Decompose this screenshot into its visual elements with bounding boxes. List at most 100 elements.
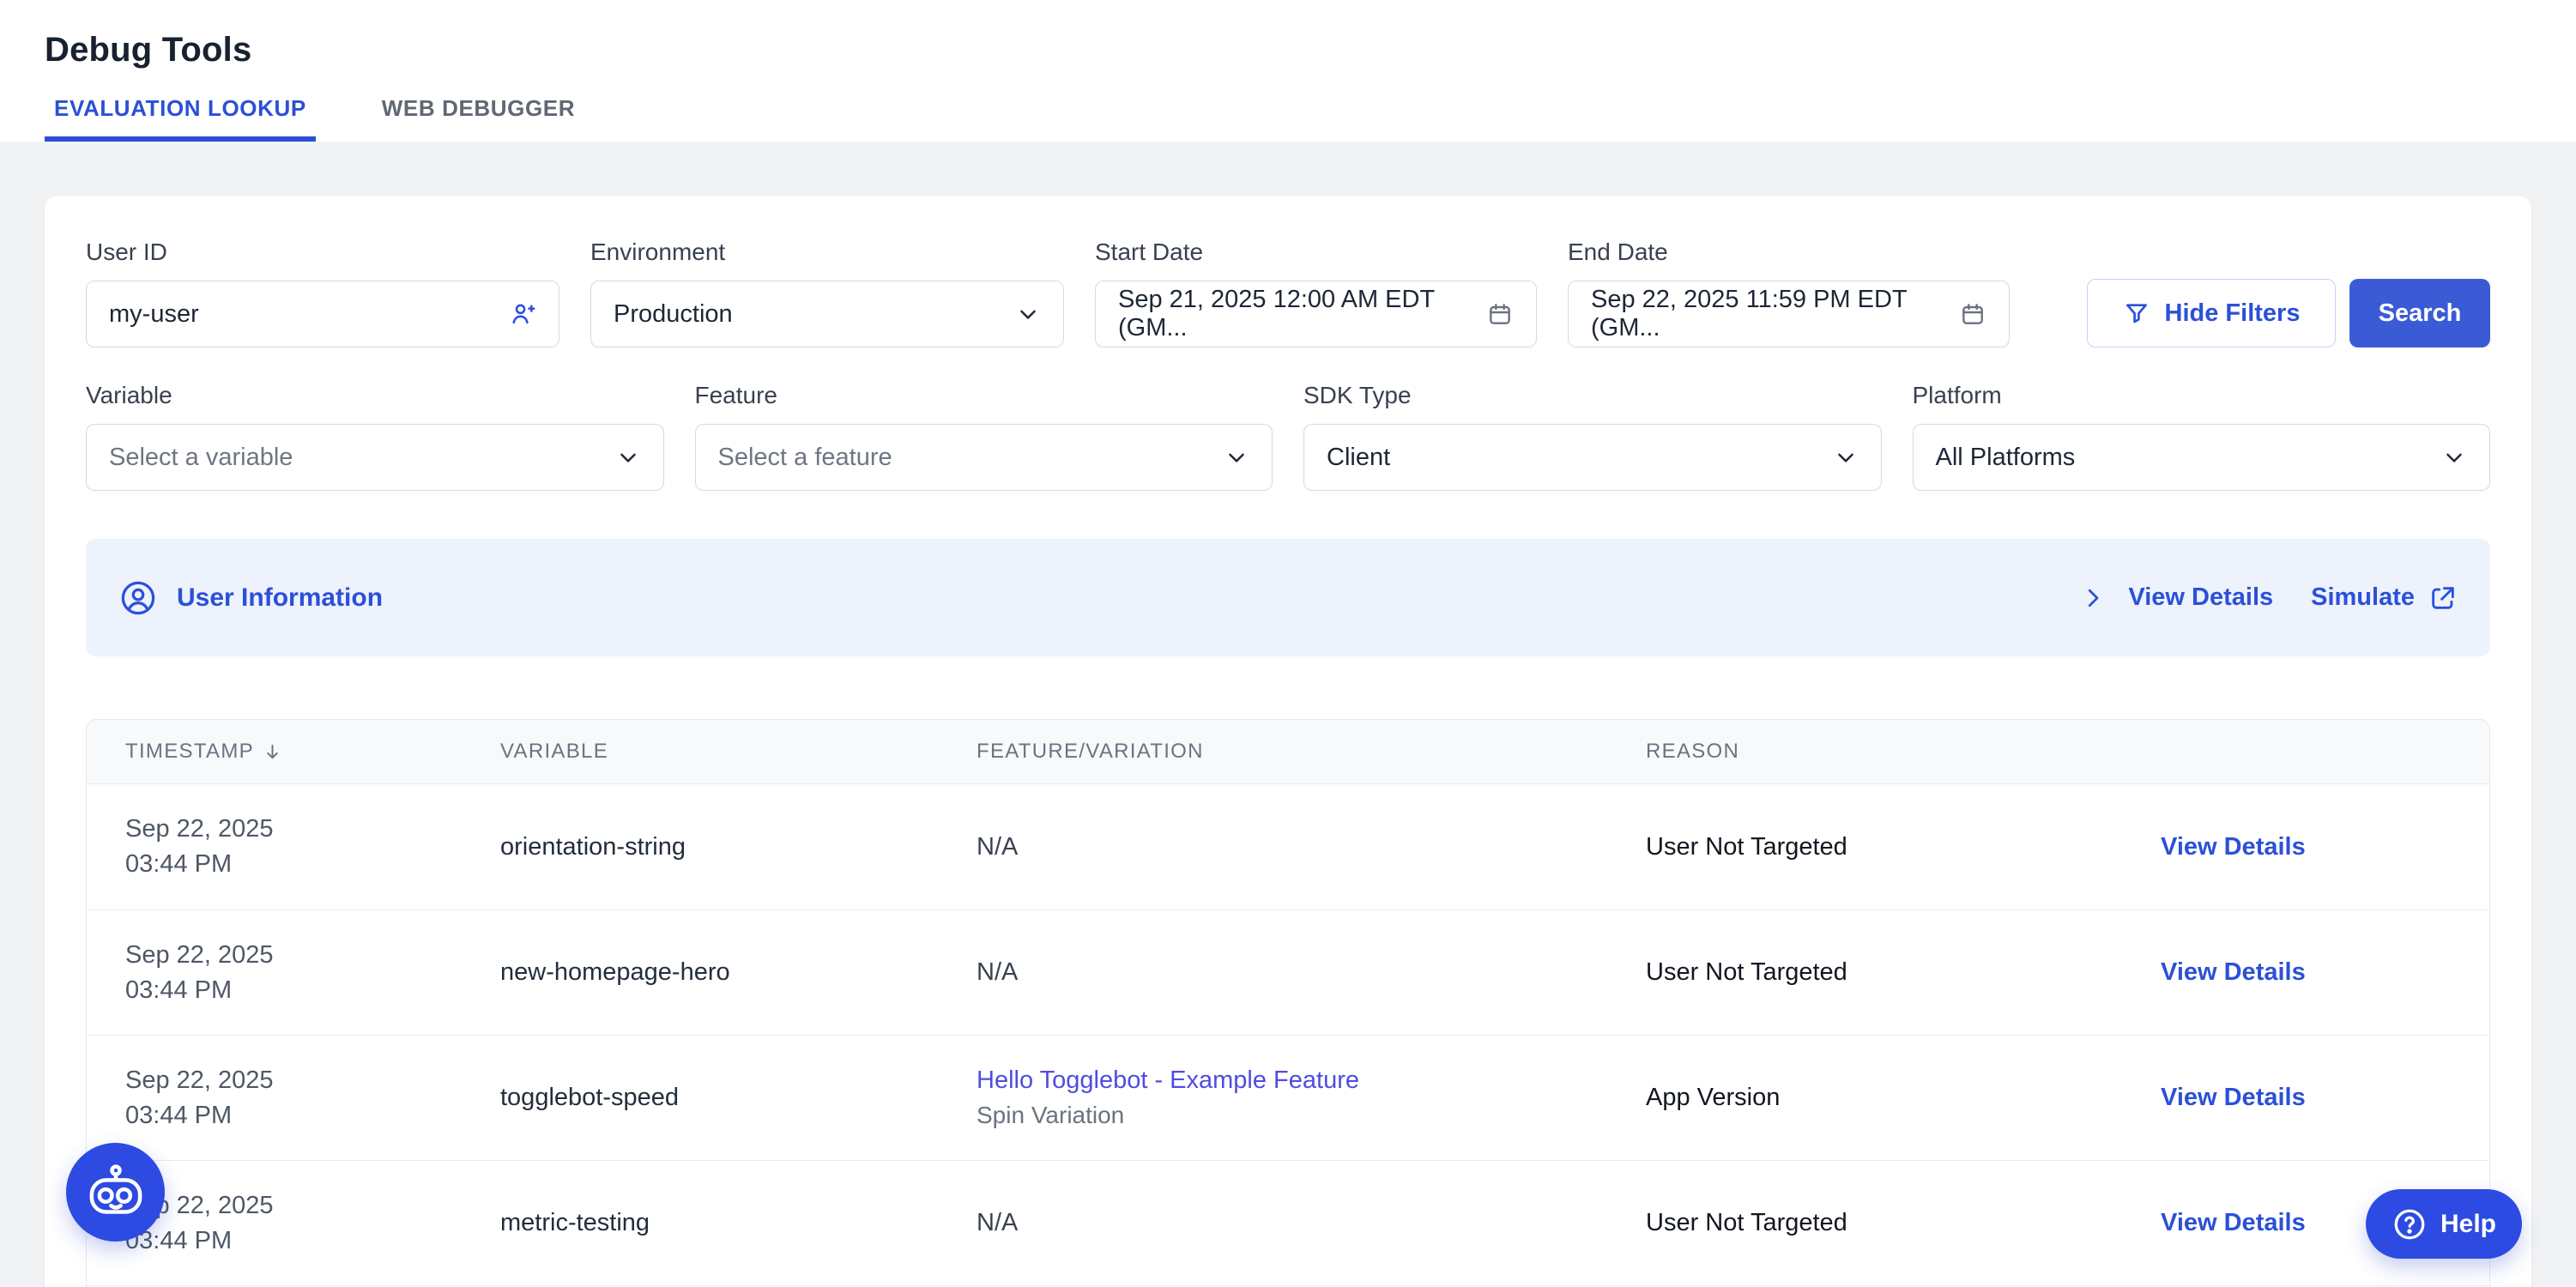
start-date-input[interactable]: Sep 21, 2025 12:00 AM EDT (GM... <box>1095 281 1537 347</box>
sdk-type-value: Client <box>1327 444 1833 472</box>
timestamp-time: 03:44 PM <box>125 973 500 1008</box>
filter-row-1: User ID Environment Production Start Da <box>86 239 2490 347</box>
end-date-value: Sep 22, 2025 11:59 PM EDT (GM... <box>1591 286 1959 342</box>
feature-link[interactable]: Hello Togglebot - Example Feature <box>977 1066 1646 1095</box>
start-date-value: Sep 21, 2025 12:00 AM EDT (GM... <box>1118 286 1486 342</box>
sdk-type-select[interactable]: Client <box>1303 424 1882 491</box>
chevron-down-icon <box>2441 444 2467 470</box>
calendar-icon[interactable] <box>1959 300 1986 328</box>
funnel-icon <box>2123 299 2150 327</box>
row-view-details-link[interactable]: View Details <box>2161 1084 2489 1112</box>
evaluation-table: TIMESTAMP VARIABLE FEATURE/VARIATION REA… <box>86 719 2490 1287</box>
column-header-feature-variation: FEATURE/VARIATION <box>977 740 1646 764</box>
feature-select[interactable]: Select a feature <box>695 424 1273 491</box>
timestamp-date: Sep 22, 2025 <box>125 1188 500 1224</box>
feature-value: N/A <box>977 958 1646 987</box>
user-information-actions: View Details Simulate <box>2080 583 2458 613</box>
tab-web-debugger[interactable]: WEB DEBUGGER <box>372 95 584 142</box>
feature-value: N/A <box>977 1209 1646 1237</box>
user-plus-icon[interactable] <box>507 299 536 329</box>
feature-cell: N/A <box>977 833 1646 861</box>
reason-cell: User Not Targeted <box>1646 1209 2161 1237</box>
chevron-down-icon <box>1224 444 1249 470</box>
simulate-link[interactable]: Simulate <box>2311 583 2415 612</box>
user-id-input-wrap <box>86 281 559 347</box>
search-button[interactable]: Search <box>2349 279 2490 347</box>
hide-filters-button[interactable]: Hide Filters <box>2087 279 2336 347</box>
feature-value: N/A <box>977 833 1646 861</box>
reason-cell: User Not Targeted <box>1646 833 2161 861</box>
filter-row-2: Variable Select a variable Feature Selec… <box>86 382 2490 491</box>
end-date-input[interactable]: Sep 22, 2025 11:59 PM EDT (GM... <box>1568 281 2010 347</box>
row-view-details-link[interactable]: View Details <box>2161 958 2489 987</box>
feature-cell: N/A <box>977 958 1646 987</box>
timestamp-cell: Sep 22, 2025 03:44 PM <box>87 1063 500 1133</box>
sdk-type-field: SDK Type Client <box>1303 382 1882 491</box>
variable-cell: togglebot-speed <box>500 1084 977 1112</box>
timestamp-date: Sep 22, 2025 <box>125 812 500 847</box>
chevron-down-icon <box>1833 444 1859 470</box>
timestamp-time: 03:44 PM <box>125 847 500 882</box>
table-row: Sep 22, 2025 03:44 PM new-homepage-hero … <box>87 909 2489 1035</box>
hide-filters-label: Hide Filters <box>2165 299 2301 328</box>
app-header: Debug Tools EVALUATION LOOKUP WEB DEBUGG… <box>0 0 2576 142</box>
chevron-down-icon <box>1015 301 1041 327</box>
environment-field: Environment Production <box>590 239 1064 347</box>
feature-placeholder: Select a feature <box>718 444 1225 472</box>
timestamp-time: 03:44 PM <box>125 1098 500 1133</box>
user-id-label: User ID <box>86 239 559 266</box>
platform-select[interactable]: All Platforms <box>1913 424 2491 491</box>
help-button[interactable]: Help <box>2366 1189 2522 1259</box>
variable-label: Variable <box>86 382 664 409</box>
timestamp-time: 03:44 PM <box>125 1224 500 1259</box>
filter-actions: Hide Filters Search <box>2041 239 2490 347</box>
feature-label: Feature <box>695 382 1273 409</box>
debug-tools-panel: User ID Environment Production Start Da <box>45 196 2531 1287</box>
help-label: Help <box>2440 1210 2496 1239</box>
variable-select[interactable]: Select a variable <box>86 424 664 491</box>
external-link-icon[interactable] <box>2428 583 2458 613</box>
table-row: Sep 22, 2025 03:44 PM togglebot-speed He… <box>87 1035 2489 1160</box>
banner-view-details-link[interactable]: View Details <box>2128 583 2273 612</box>
environment-select[interactable]: Production <box>590 281 1064 347</box>
variable-field: Variable Select a variable <box>86 382 664 491</box>
table-row: Sep 22, 2025 03:44 PM orientation-string… <box>87 784 2489 909</box>
chevron-down-icon <box>615 444 641 470</box>
platform-field: Platform All Platforms <box>1913 382 2491 491</box>
end-date-field: End Date Sep 22, 2025 11:59 PM EDT (GM..… <box>1568 239 2010 347</box>
platform-value: All Platforms <box>1936 444 2442 472</box>
row-view-details-link[interactable]: View Details <box>2161 833 2489 861</box>
togglebot-chat-button[interactable] <box>66 1143 165 1242</box>
timestamp-cell: Sep 22, 2025 03:44 PM <box>87 812 500 882</box>
sdk-type-label: SDK Type <box>1303 382 1882 409</box>
user-information-banner: User Information View Details Simulate <box>86 539 2490 656</box>
tab-evaluation-lookup[interactable]: EVALUATION LOOKUP <box>45 95 316 142</box>
user-circle-icon <box>118 578 158 618</box>
calendar-icon[interactable] <box>1486 300 1514 328</box>
column-header-reason: REASON <box>1646 740 2161 764</box>
table-header-row: TIMESTAMP VARIABLE FEATURE/VARIATION REA… <box>87 720 2489 784</box>
reason-cell: User Not Targeted <box>1646 958 2161 987</box>
timestamp-cell: Sep 22, 2025 03:44 PM <box>87 938 500 1008</box>
page-title: Debug Tools <box>45 31 2576 69</box>
environment-label: Environment <box>590 239 1064 266</box>
user-id-field: User ID <box>86 239 559 347</box>
feature-cell: N/A <box>977 1209 1646 1237</box>
feature-cell: Hello Togglebot - Example Feature Spin V… <box>977 1066 1646 1129</box>
end-date-label: End Date <box>1568 239 2010 266</box>
column-header-timestamp[interactable]: TIMESTAMP <box>87 740 500 764</box>
variation-value: Spin Variation <box>977 1102 1646 1129</box>
chevron-right-icon[interactable] <box>2080 585 2106 611</box>
platform-label: Platform <box>1913 382 2491 409</box>
column-header-variable: VARIABLE <box>500 740 977 764</box>
variable-placeholder: Select a variable <box>109 444 615 472</box>
start-date-label: Start Date <box>1095 239 1537 266</box>
table-row: Sep 22, 2025 03:44 PM metric-testing N/A… <box>87 1160 2489 1285</box>
environment-value: Production <box>614 300 1015 329</box>
arrow-down-icon <box>263 742 282 762</box>
question-circle-icon <box>2392 1206 2428 1242</box>
timestamp-header-label: TIMESTAMP <box>125 740 254 764</box>
user-id-input[interactable] <box>109 300 507 329</box>
timestamp-date: Sep 22, 2025 <box>125 938 500 973</box>
variable-cell: metric-testing <box>500 1209 977 1237</box>
